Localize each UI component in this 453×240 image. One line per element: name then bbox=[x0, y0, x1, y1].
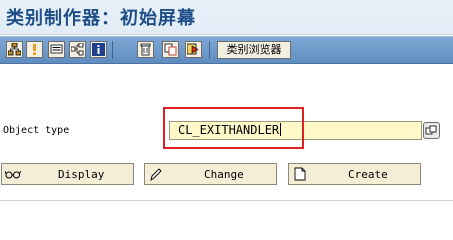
create-button[interactable]: Create bbox=[288, 163, 421, 185]
change-button[interactable]: Change bbox=[144, 163, 277, 185]
info-i-icon bbox=[92, 43, 105, 56]
glasses-icon bbox=[5, 170, 21, 179]
window-title: 类别制作器：初始屏幕 bbox=[6, 8, 196, 29]
display-button[interactable]: Display bbox=[1, 163, 134, 185]
create-label: Create bbox=[348, 168, 388, 181]
value-help-button[interactable] bbox=[423, 122, 440, 139]
pencil-icon bbox=[150, 168, 162, 181]
activate-button[interactable] bbox=[185, 41, 202, 58]
new-document-icon bbox=[294, 167, 306, 181]
activate-icon bbox=[187, 43, 199, 55]
information-button[interactable] bbox=[90, 41, 107, 58]
object-type-value: CL_EXITHANDLER bbox=[178, 123, 280, 137]
hierarchy-icon bbox=[8, 43, 21, 56]
object-type-input[interactable]: CL_EXITHANDLER bbox=[169, 121, 422, 140]
exclamation-icon bbox=[33, 44, 36, 55]
application-toolbar: 类别浏览器 bbox=[0, 36, 453, 64]
navigate-button[interactable] bbox=[69, 41, 86, 58]
display-label: Display bbox=[58, 168, 105, 181]
other-object-button[interactable] bbox=[6, 41, 23, 58]
toolbar-separator bbox=[209, 41, 210, 59]
text-caret bbox=[280, 123, 282, 136]
object-type-label: Object type bbox=[3, 125, 70, 136]
list-icon bbox=[50, 44, 63, 54]
info-button[interactable] bbox=[26, 41, 43, 58]
where-used-button[interactable] bbox=[48, 41, 65, 58]
tree-icon bbox=[71, 43, 84, 56]
value-help-icon bbox=[425, 125, 437, 135]
trash-icon bbox=[140, 43, 151, 56]
class-browser-button[interactable]: 类别浏览器 bbox=[217, 41, 291, 59]
footer-divider bbox=[0, 200, 453, 201]
change-label: Change bbox=[204, 168, 244, 181]
delete-button[interactable] bbox=[137, 41, 154, 58]
copy-icon bbox=[164, 43, 177, 56]
title-bar: 类别制作器：初始屏幕 bbox=[0, 0, 453, 35]
toolbar-separator bbox=[112, 41, 113, 59]
copy-button[interactable] bbox=[162, 41, 179, 58]
